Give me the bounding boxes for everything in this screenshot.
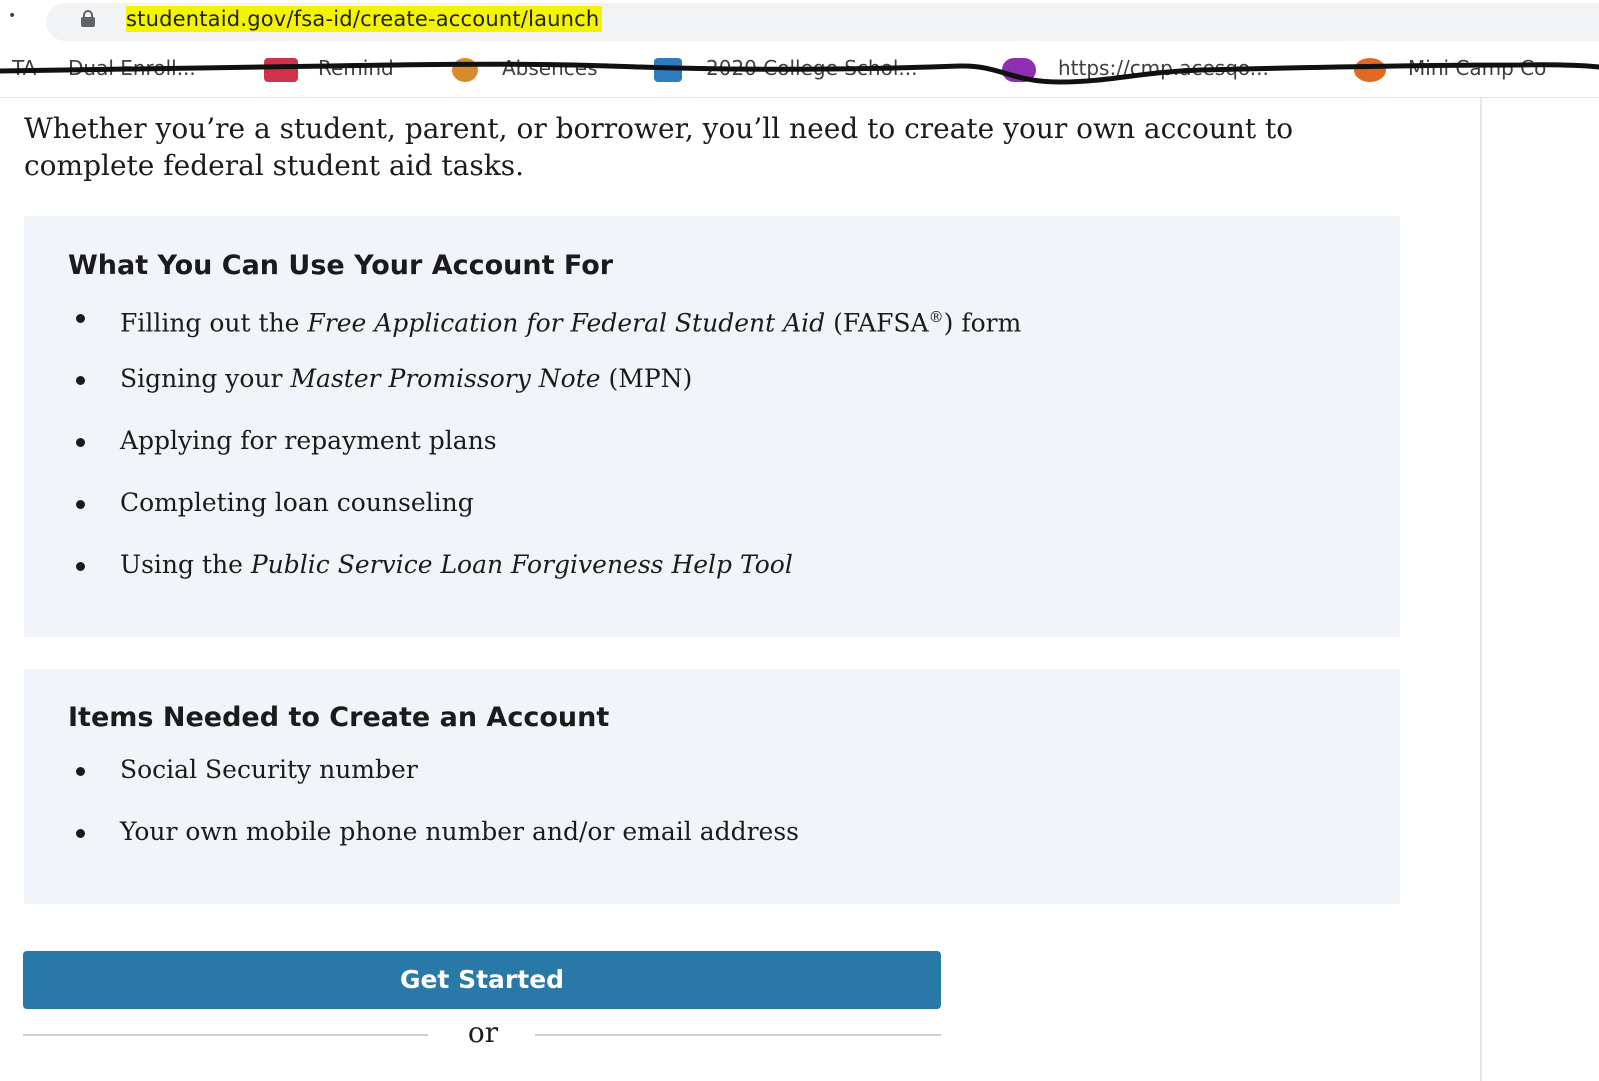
list-item: Completing loan counseling [76, 486, 1021, 548]
bullet-icon [76, 829, 85, 838]
bullet-icon [76, 438, 85, 447]
divider-line-right [535, 1034, 941, 1036]
list-item: Signing your Master Promissory Note (MPN… [76, 362, 1021, 424]
bullet-icon [76, 314, 85, 323]
bullet-icon [76, 767, 85, 776]
bookmark-cmp[interactable]: https://cmp.acesqo... [1058, 56, 1269, 80]
url-path: .gov/fsa-id/create-account/launch [240, 7, 600, 31]
list-item: Using the Public Service Loan Forgivenes… [76, 548, 1021, 610]
url-text[interactable]: studentaid.gov/fsa-id/create-account/lau… [126, 6, 603, 32]
bookmark-mini-camp[interactable]: Mini Camp Co [1408, 56, 1546, 80]
lock-icon[interactable] [81, 10, 95, 27]
cmp-icon [1002, 58, 1036, 82]
items-needed-heading: Items Needed to Create an Account [68, 702, 610, 733]
bookmark-remind[interactable]: Remind [318, 56, 394, 80]
account-uses-list: Filling out the Free Application for Fed… [76, 300, 1021, 610]
list-item: Your own mobile phone number and/or emai… [76, 815, 799, 877]
bookmark-absences[interactable]: Absences [502, 56, 598, 80]
list-item: Applying for repayment plans [76, 424, 1021, 486]
absences-icon [452, 58, 478, 82]
list-item: Filling out the Free Application for Fed… [76, 300, 1021, 362]
bullet-icon [76, 562, 85, 571]
intro-text: Whether you’re a student, parent, or bor… [24, 112, 1294, 182]
bullet-icon [76, 376, 85, 385]
bookmark-ta[interactable]: TA [12, 56, 36, 80]
url-highlighted-domain: studentaid [126, 7, 241, 31]
remind-icon [264, 58, 298, 82]
account-uses-heading: What You Can Use Your Account For [68, 250, 614, 281]
page-scroll-edge [1480, 98, 1482, 1081]
items-needed-list: Social Security number Your own mobile p… [76, 753, 799, 877]
or-label: or [467, 1016, 499, 1049]
list-item: Social Security number [76, 753, 799, 815]
menu-dot-icon: • [8, 8, 17, 24]
bookmark-college-schol[interactable]: 2020 College Schol... [706, 56, 917, 80]
mini-camp-icon [1354, 58, 1386, 82]
or-divider: or [23, 1014, 941, 1054]
items-needed-panel: Items Needed to Create an Account Social… [24, 669, 1400, 904]
browser-toolbar: • studentaid.gov/fsa-id/create-account/l… [0, 0, 1599, 42]
scholarship-icon [654, 58, 682, 82]
divider-line-left [23, 1034, 428, 1036]
bookmarks-bar: TA Dual Enroll... Remind Absences 2020 C… [0, 44, 1599, 98]
get-started-button[interactable]: Get Started [23, 951, 941, 1009]
bookmark-dual-enroll[interactable]: Dual Enroll... [68, 56, 196, 80]
account-uses-panel: What You Can Use Your Account For Fillin… [24, 216, 1400, 637]
bullet-icon [76, 500, 85, 509]
